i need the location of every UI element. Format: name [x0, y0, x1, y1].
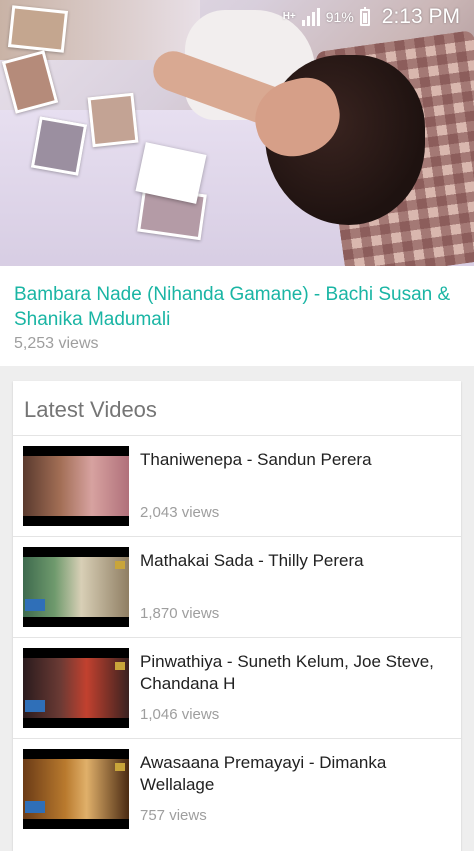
featured-video-views: 5,253 views — [14, 335, 99, 352]
battery-icon — [359, 6, 370, 26]
video-title[interactable]: Awasaana Premayayi - Dimanka Wellalage — [140, 752, 455, 796]
corner-badge-icon — [115, 662, 125, 670]
video-title[interactable]: Thaniwenepa - Sandun Perera — [140, 449, 455, 471]
video-views: 1,046 views — [140, 706, 220, 723]
channel-logo-icon — [25, 700, 45, 712]
video-list-item[interactable]: Mathakai Sada - Thilly Perera 1,870 view… — [13, 537, 461, 638]
video-list-item[interactable]: Awasaana Premayayi - Dimanka Wellalage 7… — [13, 739, 461, 839]
network-type-icon: H+ — [282, 11, 296, 22]
video-thumbnail[interactable] — [23, 749, 129, 829]
latest-videos-card: Latest Videos Thaniwenepa - Sandun Perer… — [13, 381, 461, 851]
hero-photo — [30, 116, 88, 176]
video-views: 2,043 views — [140, 504, 220, 521]
video-title[interactable]: Mathakai Sada - Thilly Perera — [140, 550, 455, 572]
thumbnail-scene — [23, 456, 129, 516]
corner-badge-icon — [115, 561, 125, 569]
video-thumbnail[interactable] — [23, 446, 129, 526]
signal-icon — [301, 8, 320, 26]
featured-video-thumbnail[interactable] — [0, 0, 474, 266]
channel-logo-icon — [25, 801, 45, 813]
latest-videos-heading: Latest Videos — [13, 381, 461, 436]
video-views: 1,870 views — [140, 605, 220, 622]
status-bar: H+ 91% 2:13 PM — [0, 0, 474, 34]
video-thumbnail[interactable] — [23, 648, 129, 728]
video-list-item[interactable]: Pinwathiya - Suneth Kelum, Joe Steve, Ch… — [13, 638, 461, 739]
featured-video-title[interactable]: Bambara Nade (Nihanda Gamane) - Bachi Su… — [14, 282, 454, 332]
channel-logo-icon — [25, 599, 45, 611]
battery-percent: 91% — [325, 9, 354, 25]
featured-video-info[interactable]: Bambara Nade (Nihanda Gamane) - Bachi Su… — [0, 266, 474, 366]
corner-badge-icon — [115, 763, 125, 771]
video-list-item[interactable]: Thaniwenepa - Sandun Perera 2,043 views — [13, 436, 461, 537]
video-title[interactable]: Pinwathiya - Suneth Kelum, Joe Steve, Ch… — [140, 651, 455, 695]
clock: 2:13 PM — [381, 5, 460, 28]
hero-photo — [87, 92, 139, 148]
video-views: 757 views — [140, 807, 207, 824]
video-thumbnail[interactable] — [23, 547, 129, 627]
